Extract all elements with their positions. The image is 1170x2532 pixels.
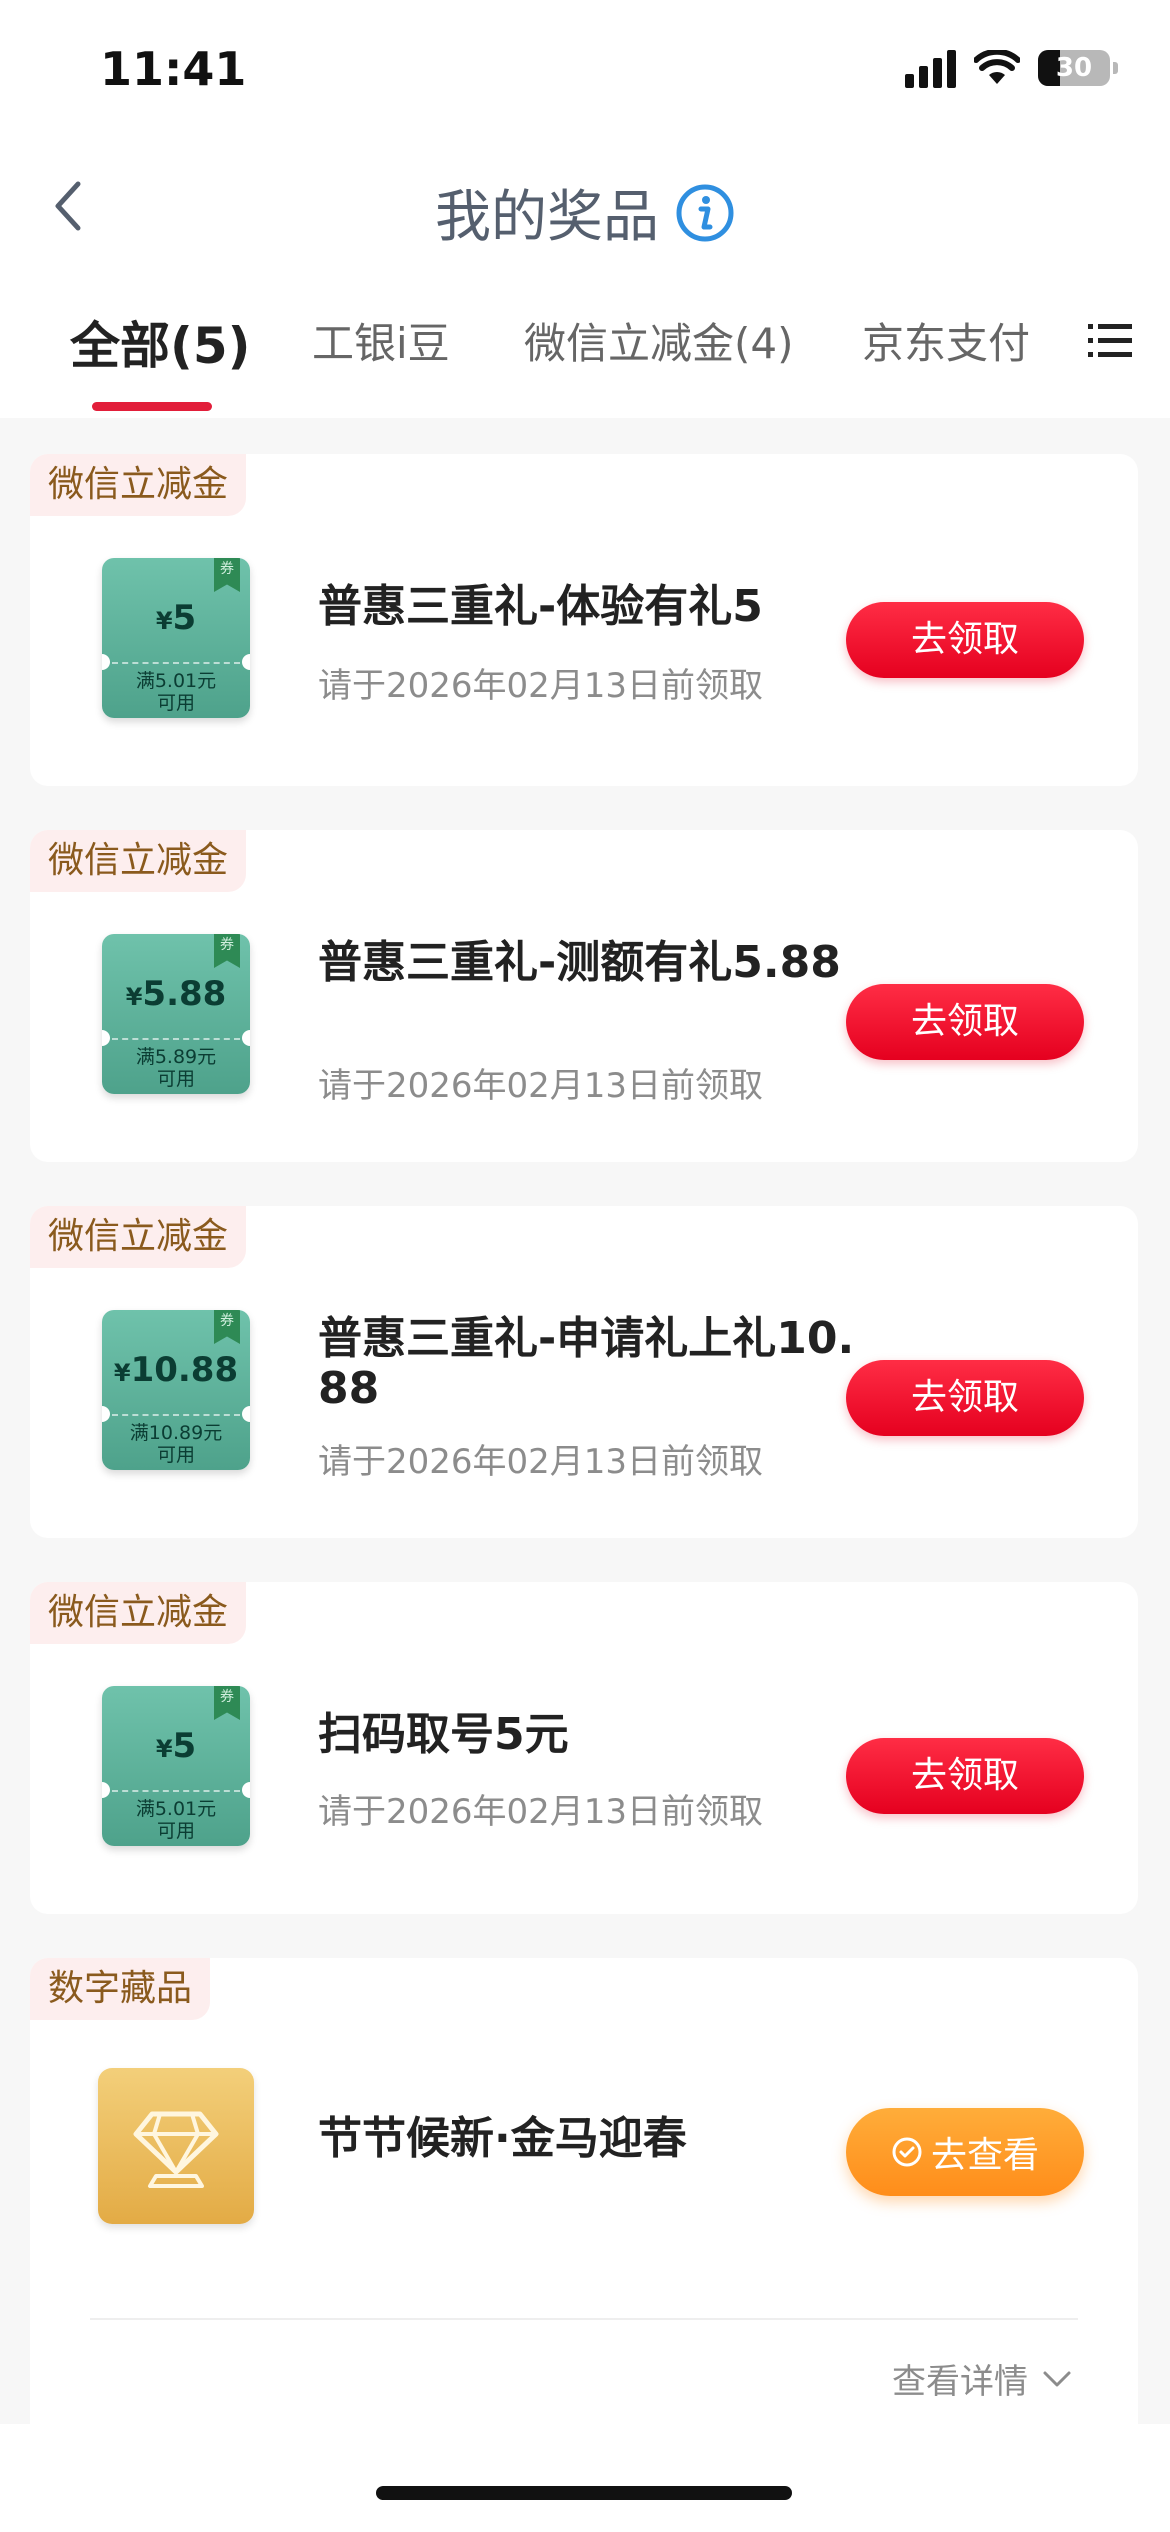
coupon-badge: 券	[214, 558, 240, 592]
prize-category-tag: 微信立减金	[30, 1582, 247, 1644]
page-title: 我的奖品	[435, 185, 659, 250]
claim-button[interactable]: 去领取	[846, 1360, 1084, 1436]
prize-deadline: 请于2026年02月13日前领取	[318, 1792, 764, 1832]
coupon-badge: 券	[214, 1686, 240, 1720]
tab-all[interactable]: 全部(5)	[70, 306, 251, 378]
chevron-down-icon	[1043, 2371, 1071, 2386]
tab-bar: 全部(5) 工银i豆 微信立减金(4) 京东支付	[0, 310, 1170, 418]
coupon-amount: ¥5	[155, 1726, 197, 1766]
tab-wechat-discount[interactable]: 微信立减金(4)	[524, 310, 794, 371]
coupon-condition: 满5.01元 可用	[135, 670, 217, 714]
prize-deadline: 请于2026年02月13日前领取	[318, 1442, 764, 1482]
bottom-safe-area	[0, 2424, 1170, 2532]
page-title-row: 我的奖品	[0, 172, 1170, 253]
top-bar: 11:41 30 我的奖品 全部(5) 工银i豆 微信立减金(4) 京东支付	[0, 0, 1170, 418]
check-circle-icon	[892, 2137, 922, 2167]
coupon-badge: 券	[214, 934, 240, 968]
home-indicator[interactable]	[376, 2486, 792, 2500]
prize-title: 普惠三重礼-申请礼上礼10.88	[318, 1313, 855, 1414]
coupon-condition: 满5.89元 可用	[135, 1046, 217, 1090]
wifi-icon	[974, 50, 1020, 84]
diamond-collectible-icon	[98, 2068, 254, 2224]
prize-deadline: 请于2026年02月13日前领取	[318, 666, 764, 706]
prize-title: 普惠三重礼-体验有礼5	[318, 581, 763, 632]
prize-card: 微信立减金 券 ¥5 满5.01元 可用 普惠三重礼-体验有礼5 请于2026年0…	[30, 454, 1138, 786]
coupon-badge: 券	[214, 1310, 240, 1344]
prize-title: 扫码取号5元	[318, 1709, 569, 1760]
battery-icon: 30	[1038, 50, 1118, 86]
active-tab-indicator	[92, 402, 212, 411]
prize-card: 微信立减金 券 ¥10.88 满10.89元 可用 普惠三重礼-申请礼上礼10.8…	[30, 1206, 1138, 1538]
claim-button[interactable]: 去领取	[846, 602, 1084, 678]
prize-category-tag: 微信立减金	[30, 454, 247, 516]
prize-category-tag: 微信立减金	[30, 830, 247, 892]
view-collectible-button[interactable]: 去查看	[846, 2108, 1084, 2196]
list-menu-icon[interactable]	[1088, 318, 1132, 362]
view-details-link[interactable]: 查看详情	[892, 2354, 1072, 2403]
prize-category-tag: 数字藏品	[30, 1958, 211, 2020]
coupon-icon: 券 ¥10.88 满10.89元 可用	[102, 1310, 250, 1470]
prize-card: 微信立减金 券 ¥5.88 满5.89元 可用 普惠三重礼-测额有礼5.88 请于…	[30, 830, 1138, 1162]
coupon-amount: ¥5.88	[125, 974, 227, 1014]
info-icon[interactable]	[675, 183, 735, 243]
coupon-icon: 券 ¥5.88 满5.89元 可用	[102, 934, 250, 1094]
battery-level: 30	[1055, 53, 1093, 83]
tab-icbc-beans[interactable]: 工银i豆	[312, 310, 450, 371]
coupon-icon: 券 ¥5 满5.01元 可用	[102, 558, 250, 718]
coupon-condition: 满5.01元 可用	[135, 1798, 217, 1842]
claim-button[interactable]: 去领取	[846, 1738, 1084, 1814]
coupon-amount: ¥10.88	[113, 1350, 239, 1390]
prize-deadline: 请于2026年02月13日前领取	[318, 1066, 764, 1106]
claim-button[interactable]: 去领取	[846, 984, 1084, 1060]
coupon-amount: ¥5	[155, 598, 197, 638]
view-details-label: 查看详情	[892, 2362, 1028, 2402]
status-time: 11:41	[100, 42, 247, 96]
prize-title: 普惠三重礼-测额有礼5.88	[318, 937, 841, 988]
coupon-condition: 满10.89元 可用	[129, 1422, 223, 1466]
coupon-icon: 券 ¥5 满5.01元 可用	[102, 1686, 250, 1846]
collectible-title: 节节候新·金马迎春	[318, 2113, 687, 2164]
view-button-label: 去查看	[930, 2135, 1039, 2176]
divider	[90, 2318, 1078, 2320]
prize-category-tag: 微信立减金	[30, 1206, 247, 1268]
collectible-card: 数字藏品 节节候新·金马迎春 去查看 查看详情	[30, 1958, 1138, 2424]
tab-jd-pay[interactable]: 京东支付	[862, 310, 1030, 371]
prize-card: 微信立减金 券 ¥5 满5.01元 可用 扫码取号5元 请于2026年02月13日…	[30, 1582, 1138, 1914]
signal-icon	[905, 48, 956, 88]
status-icons: 30	[905, 48, 1118, 88]
